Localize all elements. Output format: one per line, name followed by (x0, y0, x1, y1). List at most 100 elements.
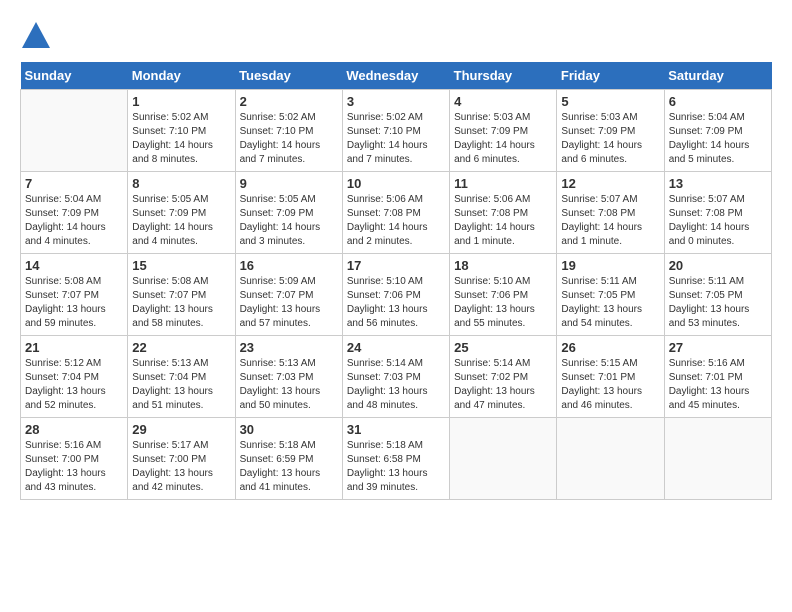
day-info: Sunrise: 5:11 AMSunset: 7:05 PMDaylight:… (561, 275, 659, 331)
calendar-cell: 25 Sunrise: 5:14 AMSunset: 7:02 PMDayligh… (450, 336, 557, 418)
day-info: Sunrise: 5:08 AMSunset: 7:07 PMDaylight:… (132, 275, 230, 331)
calendar-cell: 22 Sunrise: 5:13 AMSunset: 7:04 PMDayligh… (128, 336, 235, 418)
day-number: 12 (561, 176, 659, 191)
day-of-week-header: Thursday (450, 62, 557, 90)
calendar-week-row: 14 Sunrise: 5:08 AMSunset: 7:07 PMDayligh… (21, 254, 772, 336)
day-info: Sunrise: 5:15 AMSunset: 7:01 PMDaylight:… (561, 357, 659, 413)
calendar-cell: 30Sunrise: 5:18 AMSunset: 6:59 PMDayligh… (235, 418, 342, 500)
calendar-cell: 23Sunrise: 5:13 AMSunset: 7:03 PMDayligh… (235, 336, 342, 418)
day-info: Sunrise: 5:05 AMSunset: 7:09 PMDaylight:… (132, 193, 230, 249)
day-number: 20 (669, 258, 767, 273)
day-number: 16 (240, 258, 338, 273)
day-info: Sunrise: 5:06 AMSunset: 7:08 PMDaylight:… (454, 193, 552, 249)
day-info: Sunrise: 5:11 AMSunset: 7:05 PMDaylight:… (669, 275, 767, 331)
day-number: 3 (347, 94, 445, 109)
day-info: Sunrise: 5:04 AMSunset: 7:09 PMDaylight:… (25, 193, 123, 249)
calendar-cell: 6 Sunrise: 5:04 AMSunset: 7:09 PMDaylight… (664, 90, 771, 172)
logo (20, 20, 56, 52)
calendar-cell: 12 Sunrise: 5:07 AMSunset: 7:08 PMDayligh… (557, 172, 664, 254)
day-number: 2 (240, 94, 338, 109)
day-info: Sunrise: 5:14 AMSunset: 7:02 PMDaylight:… (454, 357, 552, 413)
day-of-week-header: Friday (557, 62, 664, 90)
day-info: Sunrise: 5:02 AMSunset: 7:10 PMDaylight:… (132, 111, 230, 167)
calendar-cell: 27 Sunrise: 5:16 AMSunset: 7:01 PMDayligh… (664, 336, 771, 418)
day-number: 31 (347, 422, 445, 437)
day-info: Sunrise: 5:13 AMSunset: 7:04 PMDaylight:… (132, 357, 230, 413)
calendar-cell: 24 Sunrise: 5:14 AMSunset: 7:03 PMDayligh… (342, 336, 449, 418)
day-number: 14 (25, 258, 123, 273)
calendar-cell: 28 Sunrise: 5:16 AMSunset: 7:00 PMDayligh… (21, 418, 128, 500)
day-number: 13 (669, 176, 767, 191)
day-number: 27 (669, 340, 767, 355)
calendar-cell: 19Sunrise: 5:11 AMSunset: 7:05 PMDayligh… (557, 254, 664, 336)
calendar-week-row: 1 Sunrise: 5:02 AMSunset: 7:10 PMDaylight… (21, 90, 772, 172)
day-number: 24 (347, 340, 445, 355)
calendar-week-row: 7Sunrise: 5:04 AMSunset: 7:09 PMDaylight… (21, 172, 772, 254)
day-number: 10 (347, 176, 445, 191)
day-number: 6 (669, 94, 767, 109)
day-info: Sunrise: 5:03 AMSunset: 7:09 PMDaylight:… (561, 111, 659, 167)
day-number: 8 (132, 176, 230, 191)
calendar-cell: 3 Sunrise: 5:02 AMSunset: 7:10 PMDaylight… (342, 90, 449, 172)
calendar-cell: 8 Sunrise: 5:05 AMSunset: 7:09 PMDaylight… (128, 172, 235, 254)
calendar-cell: 26 Sunrise: 5:15 AMSunset: 7:01 PMDayligh… (557, 336, 664, 418)
calendar-week-row: 28 Sunrise: 5:16 AMSunset: 7:00 PMDayligh… (21, 418, 772, 500)
day-number: 18 (454, 258, 552, 273)
day-of-week-header: Tuesday (235, 62, 342, 90)
day-number: 1 (132, 94, 230, 109)
calendar-cell (557, 418, 664, 500)
day-info: Sunrise: 5:07 AMSunset: 7:08 PMDaylight:… (669, 193, 767, 249)
day-number: 29 (132, 422, 230, 437)
calendar-cell: 1 Sunrise: 5:02 AMSunset: 7:10 PMDaylight… (128, 90, 235, 172)
calendar-cell: 10 Sunrise: 5:06 AMSunset: 7:08 PMDayligh… (342, 172, 449, 254)
day-info: Sunrise: 5:08 AMSunset: 7:07 PMDaylight:… (25, 275, 123, 331)
calendar-table: SundayMondayTuesdayWednesdayThursdayFrid… (20, 62, 772, 500)
calendar-cell: 17Sunrise: 5:10 AMSunset: 7:06 PMDayligh… (342, 254, 449, 336)
day-number: 25 (454, 340, 552, 355)
day-number: 22 (132, 340, 230, 355)
day-info: Sunrise: 5:07 AMSunset: 7:08 PMDaylight:… (561, 193, 659, 249)
calendar-cell: 15 Sunrise: 5:08 AMSunset: 7:07 PMDayligh… (128, 254, 235, 336)
day-info: Sunrise: 5:16 AMSunset: 7:01 PMDaylight:… (669, 357, 767, 413)
day-number: 4 (454, 94, 552, 109)
day-of-week-header: Monday (128, 62, 235, 90)
day-info: Sunrise: 5:02 AMSunset: 7:10 PMDaylight:… (347, 111, 445, 167)
day-info: Sunrise: 5:14 AMSunset: 7:03 PMDaylight:… (347, 357, 445, 413)
day-info: Sunrise: 5:12 AMSunset: 7:04 PMDaylight:… (25, 357, 123, 413)
day-number: 5 (561, 94, 659, 109)
day-info: Sunrise: 5:09 AMSunset: 7:07 PMDaylight:… (240, 275, 338, 331)
day-number: 17 (347, 258, 445, 273)
day-of-week-header: Wednesday (342, 62, 449, 90)
day-info: Sunrise: 5:02 AMSunset: 7:10 PMDaylight:… (240, 111, 338, 167)
day-info: Sunrise: 5:06 AMSunset: 7:08 PMDaylight:… (347, 193, 445, 249)
day-number: 15 (132, 258, 230, 273)
day-number: 26 (561, 340, 659, 355)
calendar-cell: 13 Sunrise: 5:07 AMSunset: 7:08 PMDayligh… (664, 172, 771, 254)
day-of-week-header: Sunday (21, 62, 128, 90)
day-number: 11 (454, 176, 552, 191)
calendar-cell: 5 Sunrise: 5:03 AMSunset: 7:09 PMDaylight… (557, 90, 664, 172)
day-info: Sunrise: 5:17 AMSunset: 7:00 PMDaylight:… (132, 439, 230, 495)
calendar-cell: 18Sunrise: 5:10 AMSunset: 7:06 PMDayligh… (450, 254, 557, 336)
calendar-cell: 2 Sunrise: 5:02 AMSunset: 7:10 PMDaylight… (235, 90, 342, 172)
day-info: Sunrise: 5:04 AMSunset: 7:09 PMDaylight:… (669, 111, 767, 167)
day-info: Sunrise: 5:18 AMSunset: 6:59 PMDaylight:… (240, 439, 338, 495)
day-number: 28 (25, 422, 123, 437)
calendar-cell (450, 418, 557, 500)
calendar-header-row: SundayMondayTuesdayWednesdayThursdayFrid… (21, 62, 772, 90)
calendar-cell: 7Sunrise: 5:04 AMSunset: 7:09 PMDaylight… (21, 172, 128, 254)
calendar-cell: 21Sunrise: 5:12 AMSunset: 7:04 PMDayligh… (21, 336, 128, 418)
day-info: Sunrise: 5:13 AMSunset: 7:03 PMDaylight:… (240, 357, 338, 413)
calendar-cell (21, 90, 128, 172)
day-info: Sunrise: 5:03 AMSunset: 7:09 PMDaylight:… (454, 111, 552, 167)
calendar-cell: 16 Sunrise: 5:09 AMSunset: 7:07 PMDayligh… (235, 254, 342, 336)
calendar-cell: 31 Sunrise: 5:18 AMSunset: 6:58 PMDayligh… (342, 418, 449, 500)
calendar-cell: 14 Sunrise: 5:08 AMSunset: 7:07 PMDayligh… (21, 254, 128, 336)
logo-icon (20, 20, 52, 52)
day-info: Sunrise: 5:16 AMSunset: 7:00 PMDaylight:… (25, 439, 123, 495)
day-info: Sunrise: 5:18 AMSunset: 6:58 PMDaylight:… (347, 439, 445, 495)
calendar-cell: 9Sunrise: 5:05 AMSunset: 7:09 PMDaylight… (235, 172, 342, 254)
calendar-week-row: 21Sunrise: 5:12 AMSunset: 7:04 PMDayligh… (21, 336, 772, 418)
calendar-cell: 20 Sunrise: 5:11 AMSunset: 7:05 PMDayligh… (664, 254, 771, 336)
day-number: 9 (240, 176, 338, 191)
